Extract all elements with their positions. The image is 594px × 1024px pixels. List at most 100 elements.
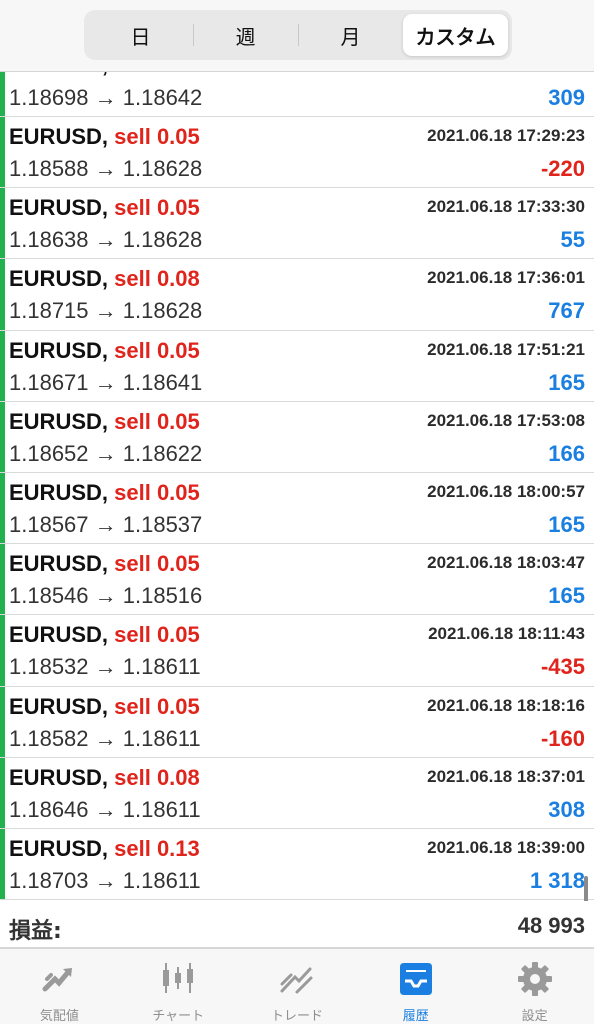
trade-profit: -160 [540,725,585,751]
tab-quotes[interactable]: 気配値 [0,949,119,1024]
trade-profit: 165 [548,369,585,395]
trade-profit: 309 [548,85,585,110]
trade-symbol: EURUSD, [9,764,109,790]
trade-row[interactable]: EURUSD, sell 0.05 2021.06.18 18:00:57 1.18… [0,472,594,545]
trade-title: EURUSD, sell 0.05 [9,409,200,435]
quotes-icon [42,968,73,992]
tab-settings[interactable]: 設定 [475,949,594,1024]
trade-side-volume: sell 0.05 [114,551,200,577]
trade-side-volume: sell 0.05 [114,124,200,149]
trade-profit: 165 [548,583,585,609]
segment-custom[interactable]: カスタム [403,14,508,56]
gear-icon [517,962,552,996]
trade-side-volume: sell 0.08 [114,266,200,292]
trade-time: 2021.06.18 17:33:30 [427,197,585,217]
trade-row[interactable]: EURUSD, sell 0.05 2021.06.18 18:11:43 1.18… [0,615,594,687]
chart-icon [163,963,194,993]
position-indicator-bar [0,259,5,330]
trade-title: EURUSD, sell 0.08 [9,266,200,292]
trade-time: 2021.06.18 18:00:57 [427,481,585,501]
position-indicator-bar [0,828,5,900]
trade-prices: 1.18546 → 1.18516 [9,583,203,609]
trade-time: 2021.06.18 17:29:23 [427,126,585,145]
position-indicator-bar [0,544,5,615]
tab-label: 気配値 [39,1009,79,1024]
trade-profit: -220 [540,156,585,181]
profit-summary: 損益: 48 993 [0,901,594,948]
position-indicator-bar [0,686,5,757]
trade-time: 2021.06.18 18:39:00 [427,837,585,857]
tab-label: 設定 [521,1009,548,1024]
trade-title: EURUSD, sell 0.05 [9,480,200,506]
trade-row[interactable]: EURUSD, sell 0.05 2021.06.18 18:03:47 1.18… [0,544,594,616]
trade-prices: 1.18638 → 1.18628 [9,227,203,253]
tab-label: 履歴 [402,1009,429,1024]
tab-history[interactable]: 履歴 [356,949,475,1024]
trade-row[interactable]: EURUSD, sell 0.08 2021.06.18 18:37:01 1.18… [0,757,594,829]
period-selector-bar: 日 週 月 カスタム [0,0,594,72]
trade-time: 2021.06.18 18:03:47 [427,553,585,573]
tab-chart[interactable]: チャート [119,949,238,1024]
trade-profit: 308 [548,796,585,822]
trade-prices: 1.18567 → 1.18537 [9,511,203,537]
trade-symbol: EURUSD, [9,337,109,363]
position-indicator-bar [0,615,5,686]
trade-row[interactable]: EURUSD, sell 0.08 2021.06.18 17:36:01 1.18… [0,259,594,331]
trade-profit: 1 318 [529,867,585,893]
trade-symbol: EURUSD, [9,266,109,292]
trade-side-volume: sell 0.08 [114,764,200,790]
trade-title: EURUSD, sell 0.05 [9,694,200,720]
period-segmented-control: 日 週 月 カスタム [84,10,512,60]
trade-side-volume: sell 0.05 [114,408,200,434]
trade-profit: -435 [540,654,585,680]
trade-title: EURUSD, sell 0.05 [9,622,200,648]
trade-history-list[interactable]: EURUSD, sell 0.052021.06.18 17:19:??1.18… [0,46,594,901]
trade-icon [280,967,313,994]
trade-row[interactable]: EURUSD, sell 0.05 2021.06.18 17:29:23 1.18… [0,117,594,189]
trade-title: EURUSD, sell 0.08 [9,765,200,791]
trade-side-volume: sell 0.05 [114,622,200,648]
trade-title: EURUSD, sell 0.05 [9,551,200,577]
tab-trade[interactable]: トレード [238,949,357,1024]
position-indicator-bar [0,401,5,472]
bottom-tab-bar: 気配値 チャート トレード 履歴 設定 [0,948,594,1024]
trade-side-volume: sell 0.13 [114,835,200,861]
trade-symbol: EURUSD, [9,551,109,577]
segment-week[interactable]: 週 [193,14,298,56]
profit-summary-label: 損益: [9,919,62,944]
trade-time: 2021.06.18 18:11:43 [428,624,585,644]
trade-symbol: EURUSD, [9,408,109,434]
trade-side-volume: sell 0.05 [114,337,200,363]
trade-row[interactable]: EURUSD, sell 0.05 2021.06.18 17:51:21 1.18… [0,330,594,402]
trade-symbol: EURUSD, [9,693,109,719]
trade-symbol: EURUSD, [9,195,109,221]
trade-title: EURUSD, sell 0.05 [9,195,200,221]
segment-day[interactable]: 日 [88,14,193,56]
trade-profit: 767 [548,298,585,324]
trade-prices: 1.18532 → 1.18611 [9,654,201,680]
trade-profit: 165 [548,511,585,537]
trade-prices: 1.18652 → 1.18622 [9,440,203,466]
trade-row[interactable]: EURUSD, sell 0.13 2021.06.18 18:39:00 1.18… [0,828,594,901]
trade-time: 2021.06.18 17:51:21 [427,339,585,359]
trade-symbol: EURUSD, [9,124,109,149]
trade-profit: 55 [560,227,585,253]
segment-month[interactable]: 月 [298,14,403,56]
trade-row[interactable]: EURUSD, sell 0.05 2021.06.18 17:53:08 1.18… [0,401,594,473]
trade-side-volume: sell 0.05 [114,693,200,719]
position-indicator-bar [0,117,5,188]
position-indicator-bar [0,757,5,828]
trade-prices: 1.18715 → 1.18628 [9,298,203,324]
trade-time: 2021.06.18 17:53:08 [427,410,585,430]
trade-prices: 1.18703 → 1.18611 [9,867,201,893]
trade-title: EURUSD, sell 0.05 [9,338,200,364]
trade-row[interactable]: EURUSD, sell 0.05 2021.06.18 18:18:16 1.18… [0,686,594,758]
trade-symbol: EURUSD, [9,479,109,505]
trade-prices: 1.18646 → 1.18611 [9,796,201,822]
trade-side-volume: sell 0.05 [114,479,200,505]
trade-time: 2021.06.18 18:18:16 [427,695,585,715]
trade-prices: 1.18671 → 1.18641 [9,369,203,395]
trade-symbol: EURUSD, [9,835,109,861]
position-indicator-bar [0,330,5,401]
trade-row[interactable]: EURUSD, sell 0.05 2021.06.18 17:33:30 1.18… [0,188,594,260]
